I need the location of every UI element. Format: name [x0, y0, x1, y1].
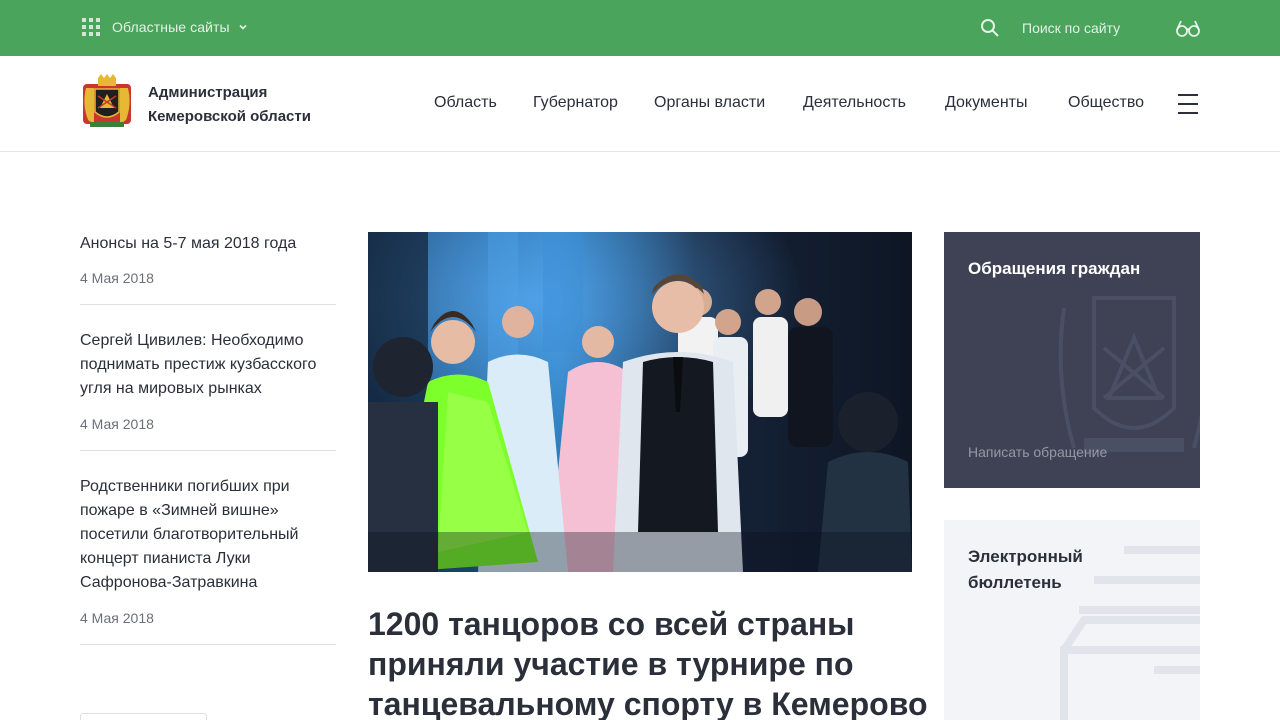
- news-title: Родственники погибших при пожаре в «Зимн…: [80, 478, 299, 591]
- news-title: Анонсы на 5-7 мая 2018 года: [80, 235, 297, 252]
- news-date: 4 Мая 2018: [80, 416, 154, 432]
- search-icon: [981, 19, 999, 37]
- citizen-appeals-card[interactable]: Обращения граждан Написать обращение: [944, 232, 1200, 488]
- nav-item-authorities[interactable]: Органы власти: [654, 94, 765, 112]
- electronic-bulletin-card[interactable]: Электронный бюллетень: [944, 520, 1200, 720]
- list-item[interactable]: Анонсы на 5-7 мая 2018 года 4 Мая 2018: [80, 232, 336, 305]
- menu-hamburger-icon[interactable]: [1178, 94, 1198, 114]
- top-bar: Областные сайты Поиск по сайту: [0, 0, 1280, 56]
- brand-line-1: Администрация: [148, 84, 268, 101]
- news-date: 4 Мая 2018: [80, 270, 154, 286]
- nav-item-society[interactable]: Общество: [1068, 94, 1144, 112]
- bulletin-card-title: Электронный бюллетень: [968, 547, 1083, 592]
- nav-item-activity[interactable]: Деятельность: [803, 94, 906, 112]
- news-list: Анонсы на 5-7 мая 2018 года 4 Мая 2018 С…: [80, 232, 336, 669]
- accessibility-glasses-icon[interactable]: [1175, 18, 1201, 38]
- chevron-down-icon: [239, 24, 247, 30]
- write-appeal-link[interactable]: Написать обращение: [968, 444, 1107, 460]
- site-header: Администрация Кемеровской области Област…: [0, 56, 1280, 152]
- nav-item-governor[interactable]: Губернатор: [533, 94, 618, 112]
- site-search[interactable]: Поиск по сайту: [980, 18, 1120, 38]
- list-item[interactable]: Родственники погибших при пожаре в «Зимн…: [80, 475, 336, 645]
- list-item[interactable]: Сергей Цивилев: Необходимо поднимать пре…: [80, 329, 336, 451]
- search-label: Поиск по сайту: [1022, 20, 1121, 36]
- regional-sites-dropdown[interactable]: Областные сайты: [82, 18, 248, 36]
- dancers-photo-illustration: [368, 232, 912, 572]
- site-brand[interactable]: Администрация Кемеровской области: [148, 81, 311, 129]
- appeals-card-title: Обращения граждан: [968, 259, 1141, 278]
- feature-photo[interactable]: [368, 232, 912, 572]
- coat-of-arms-logo[interactable]: [80, 74, 134, 130]
- nav-item-region[interactable]: Область: [434, 94, 497, 112]
- news-title: Сергей Цивилев: Необходимо поднимать пре…: [80, 332, 317, 397]
- apps-grid-icon: [82, 18, 100, 36]
- crest-watermark-icon: [1058, 296, 1200, 452]
- more-news-button[interactable]: [80, 713, 207, 720]
- nav-item-documents[interactable]: Документы: [945, 94, 1027, 112]
- feature-headline[interactable]: 1200 танцоров со всей страны приняли уча…: [368, 604, 928, 720]
- regional-sites-label: Областные сайты: [112, 19, 230, 35]
- brand-line-2: Кемеровской области: [148, 108, 311, 125]
- news-date: 4 Мая 2018: [80, 610, 154, 626]
